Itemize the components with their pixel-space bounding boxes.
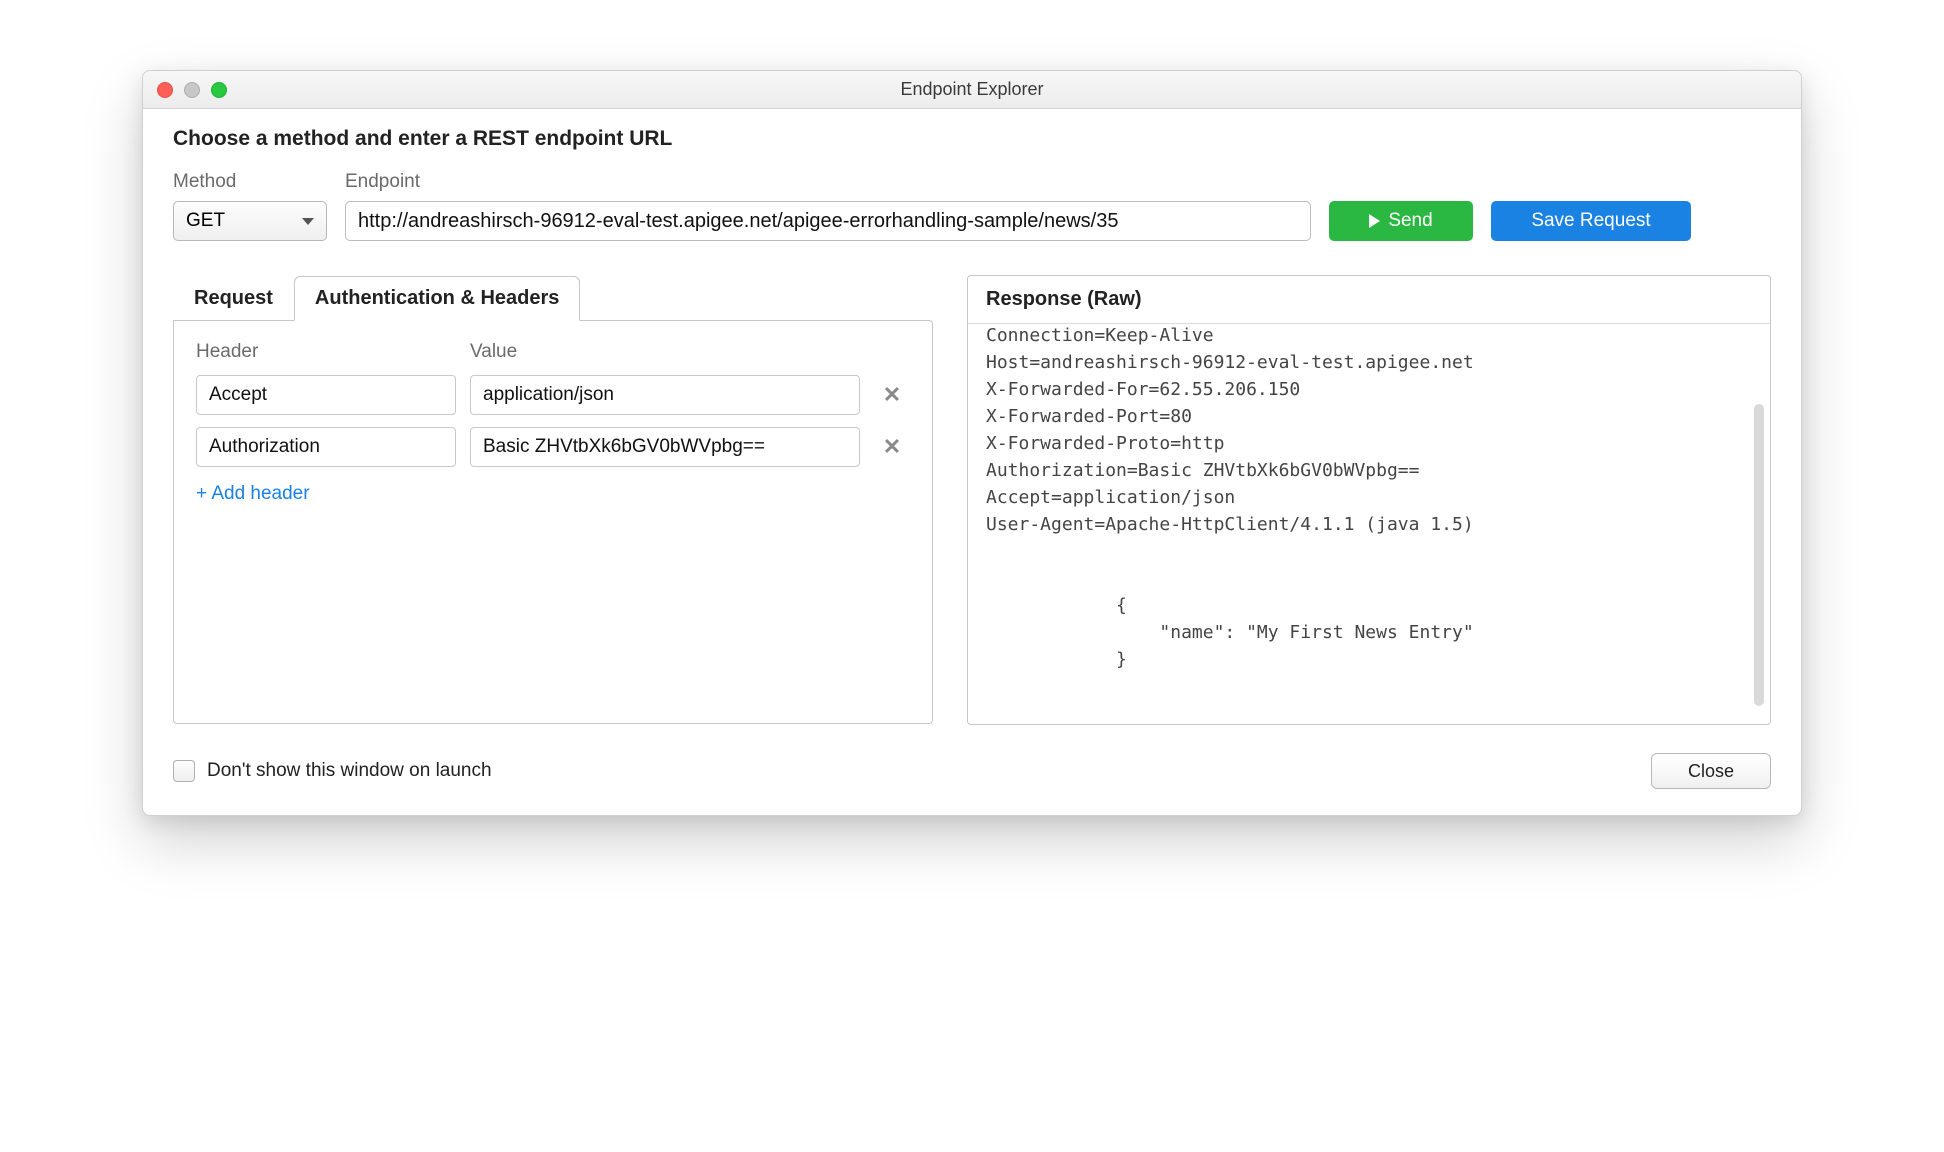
method-select[interactable]: GET — [173, 201, 327, 241]
tab-auth-headers[interactable]: Authentication & Headers — [294, 276, 580, 321]
response-panel: Response (Raw) Connection=Keep-Alive Hos… — [967, 275, 1771, 725]
header-value-input[interactable] — [470, 427, 860, 467]
endpoint-input[interactable] — [345, 201, 1311, 241]
remove-header-icon[interactable]: ✕ — [874, 434, 910, 460]
chevron-down-icon — [302, 218, 314, 225]
response-title: Response (Raw) — [968, 276, 1770, 324]
response-body: Connection=Keep-Alive Host=andreashirsch… — [968, 324, 1770, 724]
method-value: GET — [186, 210, 225, 232]
headers-grid: Header Value ✕ ✕ — [196, 341, 910, 467]
header-name-input[interactable] — [196, 375, 456, 415]
header-name-input[interactable] — [196, 427, 456, 467]
scrollbar[interactable] — [1754, 404, 1764, 706]
dont-show-label: Don't show this window on launch — [207, 760, 492, 782]
request-panel: Request Authentication & Headers Header … — [173, 275, 933, 725]
instruction-text: Choose a method and enter a REST endpoin… — [173, 127, 1771, 151]
response-box: Response (Raw) Connection=Keep-Alive Hos… — [967, 275, 1771, 725]
endpoint-field-group: Endpoint — [345, 171, 1311, 241]
endpoint-explorer-window: Endpoint Explorer Choose a method and en… — [142, 70, 1802, 816]
close-button[interactable]: Close — [1651, 753, 1771, 789]
endpoint-label: Endpoint — [345, 171, 1311, 193]
dont-show-checkbox[interactable] — [173, 760, 195, 782]
footer-row: Don't show this window on launch Close — [173, 753, 1771, 789]
method-field-group: Method GET — [173, 171, 327, 241]
panels-row: Request Authentication & Headers Header … — [173, 275, 1771, 725]
method-label: Method — [173, 171, 327, 193]
save-request-label: Save Request — [1531, 210, 1650, 232]
content-area: Choose a method and enter a REST endpoin… — [143, 109, 1801, 815]
add-header-link[interactable]: + Add header — [196, 483, 310, 505]
remove-header-icon[interactable]: ✕ — [874, 382, 910, 408]
tabs: Request Authentication & Headers — [173, 275, 933, 320]
response-text[interactable]: Connection=Keep-Alive Host=andreashirsch… — [968, 324, 1770, 691]
col-header-name: Header — [196, 341, 456, 363]
request-form-row: Method GET Endpoint Send Save Request — [173, 171, 1771, 241]
headers-panel-body: Header Value ✕ ✕ + Add header — [173, 320, 933, 724]
send-button-label: Send — [1388, 210, 1432, 232]
save-request-button[interactable]: Save Request — [1491, 201, 1691, 241]
window-title: Endpoint Explorer — [143, 79, 1801, 100]
play-icon — [1369, 214, 1380, 228]
titlebar: Endpoint Explorer — [143, 71, 1801, 109]
tab-request[interactable]: Request — [173, 276, 294, 321]
header-value-input[interactable] — [470, 375, 860, 415]
send-button[interactable]: Send — [1329, 201, 1473, 241]
col-header-value: Value — [470, 341, 860, 363]
dont-show-wrap: Don't show this window on launch — [173, 760, 492, 782]
